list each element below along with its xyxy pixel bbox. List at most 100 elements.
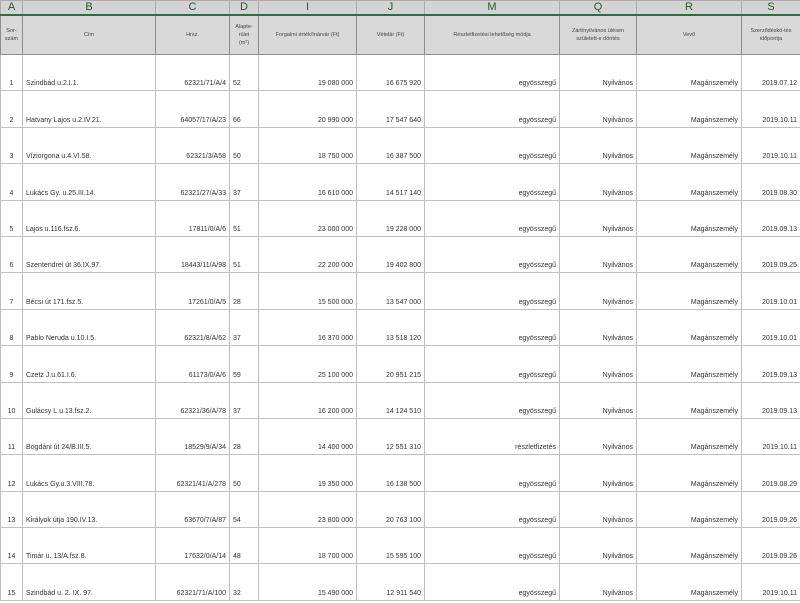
cell-sorszam[interactable]: 12 [0,454,23,492]
cell-sorszam[interactable]: 4 [0,163,23,201]
cell-dontes[interactable]: Nyilvános [559,53,637,92]
cell-sorszam[interactable]: 14 [0,527,23,565]
cell-vevo[interactable]: Magánszemély [636,490,742,529]
cell-forgalmi-ertek[interactable]: 23 000 000 [258,199,357,237]
cell-vevo[interactable]: Magánszemély [636,563,742,601]
cell-cim[interactable]: Víziorgona u.4.VI.58. [22,126,156,165]
cell-reszletfizetes[interactable]: egyösszegű [424,381,560,419]
cell-vevo[interactable]: Magánszemély [636,345,742,383]
cell-reszletfizetes[interactable]: egyösszegű [424,563,560,601]
header-cell-cim[interactable]: Cím [22,14,156,55]
cell-reszletfizetes[interactable]: egyösszegű [424,272,560,310]
cell-hrsz[interactable]: 62321/3/A58 [155,126,230,165]
cell-reszletfizetes[interactable]: egyösszegű [424,490,560,529]
cell-szerzodes-datum[interactable]: 2019.09.13 [741,381,800,419]
header-cell-sorszam[interactable]: Sor-szám [0,14,23,55]
cell-forgalmi-ertek[interactable]: 18 750 000 [258,126,357,165]
cell-reszletfizetes[interactable]: egyösszegű [424,235,560,274]
cell-alapterulet[interactable]: 37 [229,381,259,419]
cell-vetelar[interactable]: 14 517 140 [356,163,425,201]
column-header-m[interactable]: M [424,0,560,16]
cell-hrsz[interactable]: 62321/36/A/78 [155,381,230,419]
cell-forgalmi-ertek[interactable]: 14 400 000 [258,417,357,456]
cell-cim[interactable]: Lukács Gy.u.3.VIII.78. [22,454,156,492]
cell-dontes[interactable]: Nyilvános [559,417,637,456]
cell-hrsz[interactable]: 61173/0/A/6 [155,345,230,383]
cell-vevo[interactable]: Magánszemély [636,90,742,128]
cell-cim[interactable]: Szindbád u.2.I.1. [22,53,156,92]
header-cell-vevo[interactable]: Vevő [636,14,742,55]
cell-hrsz[interactable]: 62321/41/A/278 [155,454,230,492]
cell-sorszam[interactable]: 3 [0,126,23,165]
cell-alapterulet[interactable]: 52 [229,53,259,92]
cell-vevo[interactable]: Magánszemély [636,163,742,201]
cell-reszletfizetes[interactable]: egyösszegű [424,527,560,565]
cell-sorszam[interactable]: 11 [0,417,23,456]
cell-alapterulet[interactable]: 51 [229,199,259,237]
cell-cim[interactable]: Czetz J.u.61.I.6. [22,345,156,383]
cell-vetelar[interactable]: 19 402 800 [356,235,425,274]
header-cell-vetelar[interactable]: Vételár (Ft) [356,14,425,55]
cell-cim[interactable]: Pablo Neruda u.10.I.5. [22,308,156,347]
cell-hrsz[interactable]: 18443/11/A/98 [155,235,230,274]
cell-vetelar[interactable]: 13 518 120 [356,308,425,347]
cell-hrsz[interactable]: 62321/27/A/33 [155,163,230,201]
cell-alapterulet[interactable]: 37 [229,308,259,347]
cell-vetelar[interactable]: 19 228 000 [356,199,425,237]
cell-vevo[interactable]: Magánszemély [636,126,742,165]
cell-szerzodes-datum[interactable]: 2019.09.13 [741,345,800,383]
cell-cim[interactable]: Hatvany Lajos u.2.IV.21. [22,90,156,128]
cell-vetelar[interactable]: 17 547 640 [356,90,425,128]
cell-vetelar[interactable]: 14 124 510 [356,381,425,419]
cell-reszletfizetes[interactable]: egyösszegű [424,454,560,492]
cell-dontes[interactable]: Nyilvános [559,126,637,165]
cell-dontes[interactable]: Nyilvános [559,563,637,601]
cell-szerzodes-datum[interactable]: 2019.10.11 [741,563,800,601]
column-header-q[interactable]: Q [559,0,637,16]
cell-vevo[interactable]: Magánszemély [636,199,742,237]
column-header-d[interactable]: D [229,0,259,16]
cell-dontes[interactable]: Nyilvános [559,272,637,310]
header-cell-szerzodes-datum[interactable]: Szerződéskö-tés időpontja [741,14,800,55]
column-header-c[interactable]: C [155,0,230,16]
cell-reszletfizetes[interactable]: egyösszegű [424,308,560,347]
cell-reszletfizetes[interactable]: egyösszegű [424,345,560,383]
cell-hrsz[interactable]: 62321/71/A/100 [155,563,230,601]
cell-vevo[interactable]: Magánszemély [636,381,742,419]
cell-cim[interactable]: Bogdáni út 24/B.III.5. [22,417,156,456]
cell-cim[interactable]: Gulácsy L.u.13.fsz.2. [22,381,156,419]
cell-hrsz[interactable]: 62321/8/A/62 [155,308,230,347]
column-header-s[interactable]: S [741,0,800,16]
cell-szerzodes-datum[interactable]: 2019.08.29 [741,454,800,492]
cell-szerzodes-datum[interactable]: 2019.09.25 [741,235,800,274]
cell-sorszam[interactable]: 1 [0,53,23,92]
cell-forgalmi-ertek[interactable]: 18 700 000 [258,527,357,565]
cell-szerzodes-datum[interactable]: 2019.10.01 [741,272,800,310]
cell-hrsz[interactable]: 18529/9/A/34 [155,417,230,456]
cell-forgalmi-ertek[interactable]: 19 350 000 [258,454,357,492]
cell-sorszam[interactable]: 13 [0,490,23,529]
cell-cim[interactable]: Lajos u.116.fsz.6. [22,199,156,237]
cell-dontes[interactable]: Nyilvános [559,163,637,201]
cell-sorszam[interactable]: 7 [0,272,23,310]
cell-sorszam[interactable]: 8 [0,308,23,347]
column-header-b[interactable]: B [22,0,156,16]
header-cell-reszletfizetes[interactable]: Részletfizetési lehetőség módja [424,14,560,55]
cell-vetelar[interactable]: 20 763 100 [356,490,425,529]
cell-reszletfizetes[interactable]: egyösszegű [424,126,560,165]
column-header-j[interactable]: J [356,0,425,16]
cell-hrsz[interactable]: 62321/71/A/4 [155,53,230,92]
cell-forgalmi-ertek[interactable]: 20 990 000 [258,90,357,128]
cell-alapterulet[interactable]: 28 [229,417,259,456]
cell-vevo[interactable]: Magánszemély [636,454,742,492]
cell-szerzodes-datum[interactable]: 2019.10.11 [741,90,800,128]
cell-szerzodes-datum[interactable]: 2019.08.30 [741,163,800,201]
cell-alapterulet[interactable]: 48 [229,527,259,565]
cell-vetelar[interactable]: 12 551 310 [356,417,425,456]
cell-vevo[interactable]: Magánszemély [636,527,742,565]
cell-sorszam[interactable]: 2 [0,90,23,128]
header-cell-forgalmi-ertek[interactable]: Forgalmi érték/Inárvár (Ft) [258,14,357,55]
cell-forgalmi-ertek[interactable]: 16 610 000 [258,163,357,201]
cell-vetelar[interactable]: 16 675 920 [356,53,425,92]
header-cell-dontes[interactable]: Zárt/nyilvános ülésen született-e döntés [559,14,637,55]
